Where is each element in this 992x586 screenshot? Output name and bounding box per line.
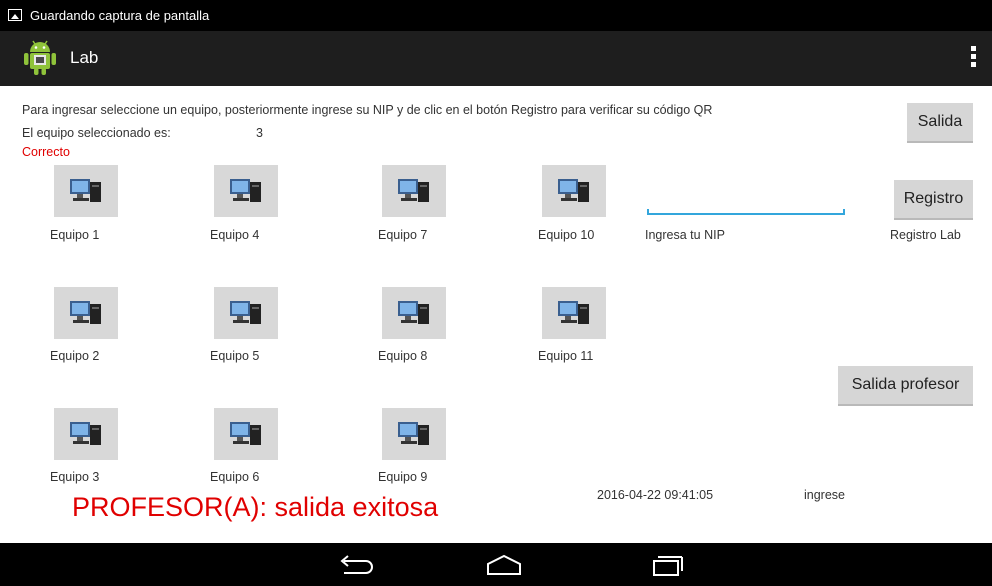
nip-input[interactable] xyxy=(647,209,845,215)
computer-icon xyxy=(398,179,429,202)
equipo-label: Equipo 9 xyxy=(378,470,428,484)
equipo-label: Equipo 1 xyxy=(50,228,100,242)
equipo-11-button[interactable] xyxy=(542,287,606,339)
equipo-label: Equipo 11 xyxy=(538,349,594,363)
registro-button[interactable]: Registro xyxy=(894,180,973,220)
equipo-label: Equipo 5 xyxy=(210,349,260,363)
computer-icon xyxy=(70,422,101,445)
instructions-text: Para ingresar seleccione un equipo, post… xyxy=(22,103,713,117)
nip-label: Ingresa tu NIP xyxy=(645,228,725,242)
overflow-menu-icon[interactable] xyxy=(969,46,977,70)
computer-icon xyxy=(230,301,261,324)
selected-equipment-label: El equipo seleccionado es: xyxy=(22,126,171,140)
navigation-bar xyxy=(0,543,992,586)
salida-button[interactable]: Salida xyxy=(907,103,973,143)
computer-icon xyxy=(70,179,101,202)
computer-icon xyxy=(230,179,261,202)
equipo-label: Equipo 2 xyxy=(50,349,100,363)
equipo-7-button[interactable] xyxy=(382,165,446,217)
equipo-label: Equipo 7 xyxy=(378,228,428,242)
computer-icon xyxy=(70,301,101,324)
status-message: Correcto xyxy=(22,145,70,159)
equipo-9-button[interactable] xyxy=(382,408,446,460)
selected-equipment-value: 3 xyxy=(256,126,263,140)
equipo-label: Equipo 6 xyxy=(210,470,260,484)
equipo-label: Equipo 8 xyxy=(378,349,428,363)
computer-icon xyxy=(398,422,429,445)
back-icon[interactable] xyxy=(334,552,374,578)
computer-icon xyxy=(558,301,589,324)
equipo-5-button[interactable] xyxy=(214,287,278,339)
timestamp: 2016-04-22 09:41:05 xyxy=(597,488,714,502)
recents-icon[interactable] xyxy=(646,552,686,578)
result-message: PROFESOR(A): salida exitosa xyxy=(72,492,439,522)
equipo-label: Equipo 10 xyxy=(538,228,595,242)
equipo-3-button[interactable] xyxy=(54,408,118,460)
equipo-4-button[interactable] xyxy=(214,165,278,217)
registro-lab-label: Registro Lab xyxy=(890,228,961,242)
equipo-10-button[interactable] xyxy=(542,165,606,217)
hint-text: ingrese xyxy=(804,488,845,502)
app-title: Lab xyxy=(70,48,99,67)
equipo-label: Equipo 3 xyxy=(50,470,100,484)
home-icon[interactable] xyxy=(484,552,524,578)
computer-icon xyxy=(398,301,429,324)
action-bar: Lab xyxy=(0,31,992,86)
android-icon xyxy=(24,40,56,75)
status-notification-text: Guardando captura de pantalla xyxy=(30,8,210,23)
equipo-2-button[interactable] xyxy=(54,287,118,339)
computer-icon xyxy=(230,422,261,445)
salida-profesor-button[interactable]: Salida profesor xyxy=(838,366,973,406)
status-bar: Guardando captura de pantalla xyxy=(0,0,992,31)
equipo-label: Equipo 4 xyxy=(210,228,260,242)
equipo-8-button[interactable] xyxy=(382,287,446,339)
equipo-1-button[interactable] xyxy=(54,165,118,217)
screenshot-icon xyxy=(8,9,22,21)
equipo-6-button[interactable] xyxy=(214,408,278,460)
computer-icon xyxy=(558,179,589,202)
